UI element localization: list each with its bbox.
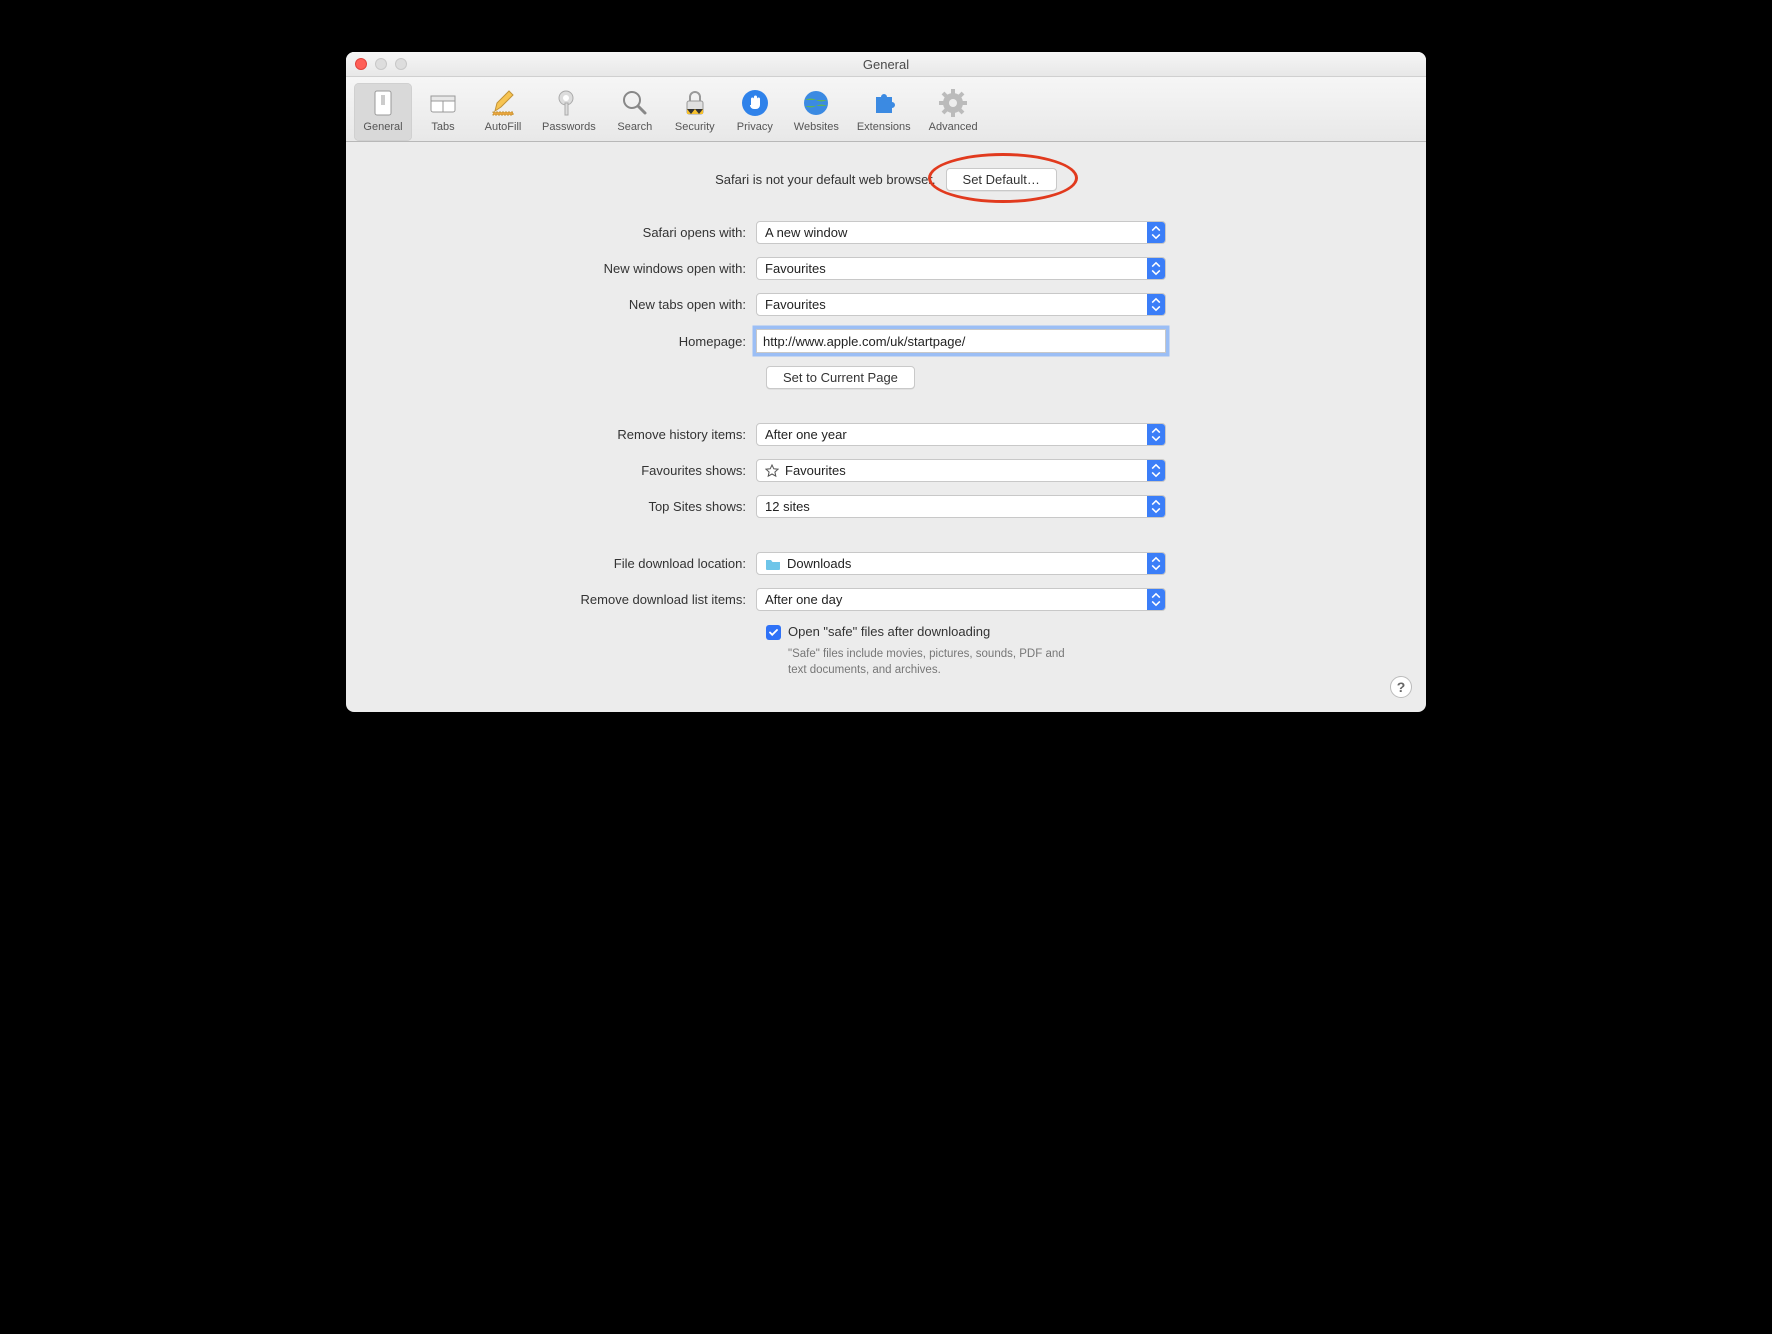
- banner-text: Safari is not your default web browser.: [715, 172, 935, 187]
- toolbar-passwords[interactable]: Passwords: [534, 83, 604, 141]
- folder-icon: [765, 557, 781, 570]
- popup-value: Favourites: [785, 463, 846, 478]
- homepage-field[interactable]: http://www.apple.com/uk/startpage/: [756, 329, 1166, 353]
- popup-arrows-icon: [1147, 496, 1165, 517]
- toolbar-tabs[interactable]: Tabs: [414, 83, 472, 141]
- toolbar-label: General: [363, 121, 402, 133]
- toolbar-security[interactable]: Security: [666, 83, 724, 141]
- default-browser-banner: Safari is not your default web browser. …: [396, 168, 1376, 191]
- favourites-shows-label: Favourites shows:: [396, 463, 756, 478]
- toolbar-autofill[interactable]: AutoFill: [474, 83, 532, 141]
- popup-arrows-icon: [1147, 553, 1165, 574]
- top-sites-popup[interactable]: 12 sites: [756, 495, 1166, 518]
- top-sites-label: Top Sites shows:: [396, 499, 756, 514]
- help-glyph: ?: [1397, 679, 1406, 695]
- toolbar-label: Passwords: [542, 121, 596, 133]
- set-current-page-button[interactable]: Set to Current Page: [766, 366, 915, 389]
- popup-arrows-icon: [1147, 258, 1165, 279]
- homepage-label: Homepage:: [396, 334, 756, 349]
- remove-history-label: Remove history items:: [396, 427, 756, 442]
- popup-arrows-icon: [1147, 460, 1165, 481]
- window-title: General: [346, 57, 1426, 72]
- lock-icon: [679, 87, 711, 119]
- pencil-icon: [487, 87, 519, 119]
- star-icon: [765, 464, 779, 478]
- popup-arrows-icon: [1147, 589, 1165, 610]
- toolbar-label: Privacy: [737, 121, 773, 133]
- popup-value: Downloads: [787, 556, 851, 571]
- download-location-label: File download location:: [396, 556, 756, 571]
- open-safe-files-hint: "Safe" files include movies, pictures, s…: [788, 646, 1078, 678]
- popup-value: After one day: [765, 592, 842, 607]
- toolbar-label: Search: [617, 121, 652, 133]
- toolbar-general[interactable]: General: [354, 83, 412, 141]
- gear-icon: [937, 87, 969, 119]
- switch-icon: [367, 87, 399, 119]
- toolbar-search[interactable]: Search: [606, 83, 664, 141]
- new-windows-label: New windows open with:: [396, 261, 756, 276]
- key-icon: [553, 87, 585, 119]
- popup-arrows-icon: [1147, 222, 1165, 243]
- toolbar-label: Websites: [794, 121, 839, 133]
- new-windows-popup[interactable]: Favourites: [756, 257, 1166, 280]
- popup-value: 12 sites: [765, 499, 810, 514]
- toolbar-label: Tabs: [431, 121, 454, 133]
- new-tabs-label: New tabs open with:: [396, 297, 756, 312]
- preferences-toolbar: General Tabs AutoFill Passwords Search: [346, 77, 1426, 142]
- preferences-window: General General Tabs AutoFill Passwords: [346, 52, 1426, 712]
- popup-arrows-icon: [1147, 424, 1165, 445]
- window-controls: [355, 58, 407, 70]
- magnifier-icon: [619, 87, 651, 119]
- set-default-button[interactable]: Set Default…: [946, 168, 1057, 191]
- new-tabs-popup[interactable]: Favourites: [756, 293, 1166, 316]
- globe-icon: [800, 87, 832, 119]
- puzzle-icon: [868, 87, 900, 119]
- open-safe-files-label: Open "safe" files after downloading: [788, 624, 990, 639]
- popup-value: After one year: [765, 427, 847, 442]
- toolbar-privacy[interactable]: Privacy: [726, 83, 784, 141]
- popup-value: A new window: [765, 225, 847, 240]
- toolbar-websites[interactable]: Websites: [786, 83, 847, 141]
- opens-with-label: Safari opens with:: [396, 225, 756, 240]
- remove-history-popup[interactable]: After one year: [756, 423, 1166, 446]
- general-pane: Safari is not your default web browser. …: [346, 142, 1426, 712]
- toolbar-label: AutoFill: [485, 121, 522, 133]
- popup-arrows-icon: [1147, 294, 1165, 315]
- popup-value: Favourites: [765, 297, 826, 312]
- remove-downloads-popup[interactable]: After one day: [756, 588, 1166, 611]
- minimize-window-button[interactable]: [375, 58, 387, 70]
- toolbar-label: Security: [675, 121, 715, 133]
- toolbar-advanced[interactable]: Advanced: [921, 83, 986, 141]
- remove-downloads-label: Remove download list items:: [396, 592, 756, 607]
- close-window-button[interactable]: [355, 58, 367, 70]
- homepage-value: http://www.apple.com/uk/startpage/: [763, 334, 965, 349]
- hand-icon: [739, 87, 771, 119]
- download-location-popup[interactable]: Downloads: [756, 552, 1166, 575]
- open-safe-files-checkbox[interactable]: [766, 625, 781, 640]
- titlebar: General: [346, 52, 1426, 77]
- favourites-shows-popup[interactable]: Favourites: [756, 459, 1166, 482]
- toolbar-extensions[interactable]: Extensions: [849, 83, 919, 141]
- popup-value: Favourites: [765, 261, 826, 276]
- help-button[interactable]: ?: [1390, 676, 1412, 698]
- opens-with-popup[interactable]: A new window: [756, 221, 1166, 244]
- toolbar-label: Advanced: [929, 121, 978, 133]
- tabs-icon: [427, 87, 459, 119]
- toolbar-label: Extensions: [857, 121, 911, 133]
- zoom-window-button[interactable]: [395, 58, 407, 70]
